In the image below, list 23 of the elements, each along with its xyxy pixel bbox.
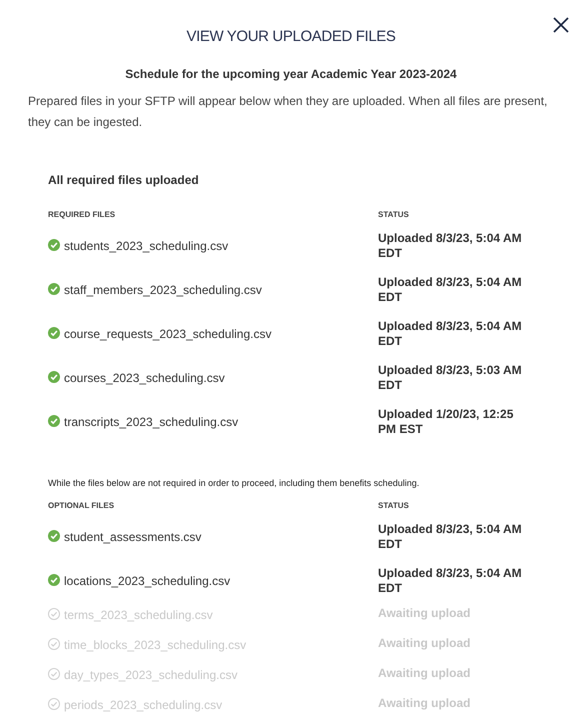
file-name: locations_2023_scheduling.csv bbox=[64, 573, 230, 590]
upload-status: Uploaded 8/3/23, 5:04 AM EDT bbox=[378, 566, 522, 595]
upload-status: Uploaded 8/3/23, 5:03 AM EDT bbox=[378, 362, 522, 392]
dialog-title: VIEW YOUR UPLOADED FILES bbox=[185, 27, 397, 47]
description-text: Prepared files in your SFTP will appear below when they are uploaded. When all files are present, they can be ingested. bbox=[28, 92, 548, 130]
file-name: courses_2023_scheduling.csv bbox=[64, 370, 225, 386]
file-name: student_assessments.csv bbox=[64, 529, 202, 546]
upload-status: Uploaded 8/3/23, 5:04 AM EDT bbox=[378, 230, 522, 260]
optional-note: While the files below are not required in order to proceed, including them benefits scheduling. bbox=[48, 476, 420, 490]
column-header: STATUS bbox=[378, 210, 409, 218]
file-name: staff_members_2023_scheduling.csv bbox=[64, 282, 262, 298]
summary-text: All required files uploaded bbox=[48, 172, 200, 188]
file-name: transcripts_2023_scheduling.csv bbox=[64, 414, 238, 430]
file-name: students_2023_scheduling.csv bbox=[64, 238, 228, 254]
column-header: OPTIONAL FILES bbox=[48, 501, 114, 510]
column-header: STATUS bbox=[378, 501, 409, 510]
column-header: REQUIRED FILES bbox=[48, 210, 116, 218]
upload-status: Uploaded 1/20/23, 12:25 PM EST bbox=[378, 406, 514, 436]
upload-status: Uploaded 8/3/23, 5:04 AM EDT bbox=[378, 274, 522, 304]
upload-status: Uploaded 8/3/23, 5:04 AM EDT bbox=[378, 318, 522, 348]
file-name: course_requests_2023_scheduling.csv bbox=[64, 326, 272, 342]
dialog-subtitle: Schedule for the upcoming year Academic Year 2023-2024 bbox=[124, 66, 458, 82]
upload-status: Uploaded 8/3/23, 5:04 AM EDT bbox=[378, 522, 522, 551]
